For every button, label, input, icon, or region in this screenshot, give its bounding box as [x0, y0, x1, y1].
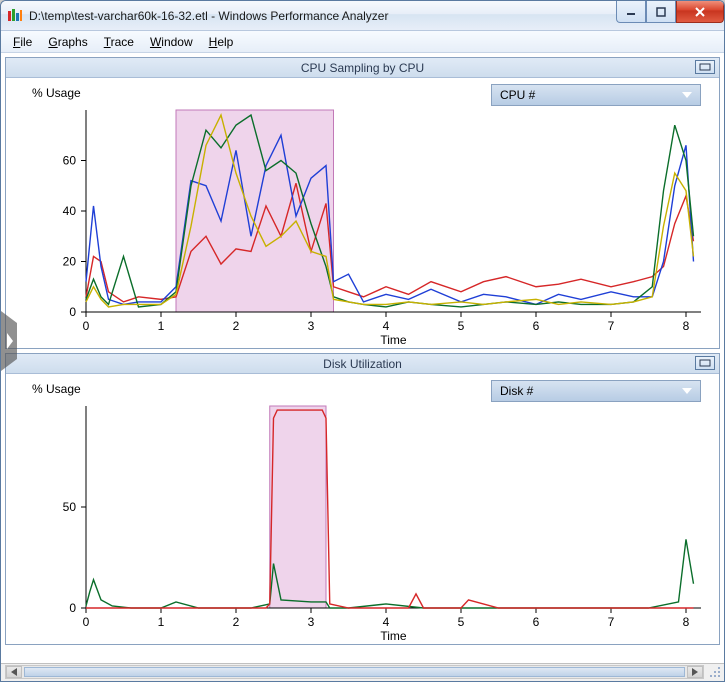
- window-title: D:\temp\test-varchar60k-16-32.etl - Wind…: [29, 9, 718, 23]
- status-bar: [1, 663, 724, 681]
- chart-disk[interactable]: 0 50 0 1 2 3 4 5 6 7 8 Time: [6, 374, 719, 644]
- maximize-icon: [699, 359, 711, 367]
- menu-file[interactable]: File: [7, 33, 38, 51]
- scroll-left-button[interactable]: [6, 666, 22, 678]
- y-tick-label: 50: [63, 500, 77, 514]
- maximize-icon: [656, 7, 666, 17]
- x-tick-label: 5: [458, 615, 465, 629]
- x-axis-label: Time: [380, 629, 407, 643]
- x-tick-label: 2: [233, 319, 240, 333]
- chart-cpu[interactable]: 0 20 40 60 0 1 2 3 4 5 6 7 8 Time: [6, 78, 719, 348]
- app-icon: [7, 8, 23, 24]
- x-tick-label: 3: [308, 319, 315, 333]
- resize-grip[interactable]: [708, 665, 722, 679]
- panel-header-cpu[interactable]: CPU Sampling by CPU: [6, 58, 719, 78]
- client-area: CPU Sampling by CPU % Usage CPU # 020406…: [1, 53, 724, 663]
- horizontal-scrollbar[interactable]: [5, 665, 704, 679]
- menu-graphs[interactable]: Graphs: [42, 33, 93, 51]
- selection-region[interactable]: [176, 110, 334, 312]
- series-line: [86, 410, 694, 608]
- x-tick-label: 4: [383, 615, 390, 629]
- panel-disk: Disk Utilization % Usage Disk # 05001234…: [5, 353, 720, 645]
- x-tick-label: 8: [683, 319, 690, 333]
- selection-region[interactable]: [270, 406, 326, 608]
- x-tick-label: 1: [158, 319, 165, 333]
- panel-body-disk: % Usage Disk # 050012345678Time: [6, 374, 719, 644]
- x-tick-label: 7: [608, 615, 615, 629]
- menu-bar: File Graphs Trace Window Help: [1, 31, 724, 53]
- menu-window[interactable]: Window: [144, 33, 199, 51]
- y-tick-label: 40: [63, 204, 77, 218]
- x-tick-label: 0: [83, 319, 90, 333]
- y-tick-label: 20: [63, 255, 77, 269]
- side-expand-handle[interactable]: [1, 311, 17, 371]
- panel-header-disk[interactable]: Disk Utilization: [6, 354, 719, 374]
- y-tick-label: 60: [63, 154, 77, 168]
- x-tick-label: 1: [158, 615, 165, 629]
- x-tick-label: 6: [533, 615, 540, 629]
- y-tick-label: 0: [69, 601, 76, 615]
- panel-maximize-button[interactable]: [695, 60, 715, 74]
- x-tick-label: 3: [308, 615, 315, 629]
- minimize-button[interactable]: [616, 1, 646, 23]
- x-tick-label: 7: [608, 319, 615, 333]
- panel-title-cpu: CPU Sampling by CPU: [301, 61, 424, 75]
- scroll-thumb[interactable]: [24, 667, 685, 677]
- x-axis-label: Time: [380, 333, 407, 347]
- title-bar[interactable]: D:\temp\test-varchar60k-16-32.etl - Wind…: [1, 1, 724, 31]
- x-tick-label: 8: [683, 615, 690, 629]
- panel-title-disk: Disk Utilization: [323, 357, 402, 371]
- menu-trace[interactable]: Trace: [98, 33, 140, 51]
- x-tick-label: 4: [383, 319, 390, 333]
- x-tick-label: 0: [83, 615, 90, 629]
- x-tick-label: 6: [533, 319, 540, 333]
- close-button[interactable]: [676, 1, 724, 23]
- maximize-icon: [699, 63, 711, 71]
- window-controls: [616, 1, 724, 23]
- y-tick-label: 0: [69, 305, 76, 319]
- x-tick-label: 5: [458, 319, 465, 333]
- panel-cpu: CPU Sampling by CPU % Usage CPU # 020406…: [5, 57, 720, 349]
- close-icon: [694, 7, 706, 17]
- scroll-right-button[interactable]: [687, 666, 703, 678]
- panel-body-cpu: % Usage CPU # 0204060012345678Time: [6, 78, 719, 348]
- menu-help[interactable]: Help: [203, 33, 240, 51]
- panel-maximize-button[interactable]: [695, 356, 715, 370]
- app-window: D:\temp\test-varchar60k-16-32.etl - Wind…: [0, 0, 725, 682]
- maximize-button[interactable]: [646, 1, 676, 23]
- minimize-icon: [626, 7, 636, 17]
- series-line: [86, 539, 694, 608]
- x-tick-label: 2: [233, 615, 240, 629]
